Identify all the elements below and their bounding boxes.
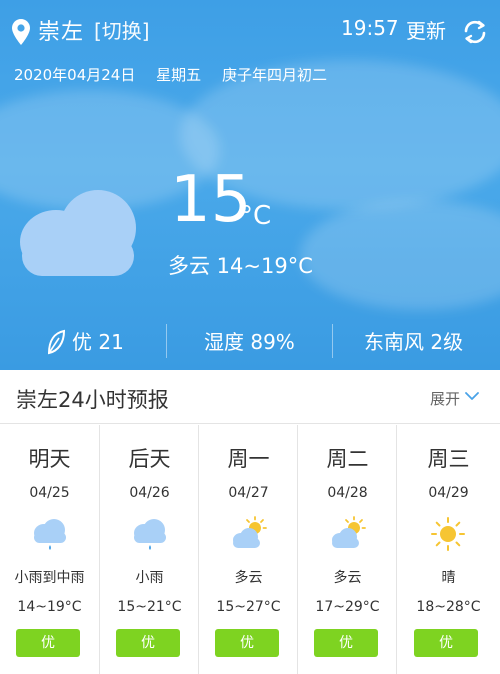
cloud-moon-icon — [20, 180, 136, 276]
background-cloud — [300, 200, 500, 310]
expand-button[interactable]: 展开 — [430, 388, 460, 409]
location-pin-icon — [12, 19, 30, 45]
day-date: 04/29 — [428, 485, 469, 501]
forecast-day[interactable]: 后天 04/26 小雨 15~21°C 优 — [100, 425, 199, 674]
day-temperature: 17~29°C — [315, 599, 380, 615]
refresh-button[interactable]: 更新 — [406, 15, 446, 44]
solar-date: 2020年04月24日 — [14, 66, 136, 84]
day-name: 后天 — [128, 447, 171, 471]
forecast-title: 崇左24小时预报 — [16, 388, 169, 412]
day-temperature: 14~19°C — [17, 599, 82, 615]
aqi-badge: 优 — [414, 629, 478, 657]
day-date: 04/28 — [327, 485, 368, 501]
top-bar: 崇左 [切换] 19:57 更新 — [0, 0, 500, 62]
lunar-date: 庚子年四月初二 — [221, 66, 327, 84]
day-condition: 多云 — [234, 570, 263, 586]
rain-cloud-icon — [134, 519, 166, 550]
aqi-badge: 优 — [16, 629, 80, 657]
day-temperature: 15~21°C — [117, 599, 182, 615]
day-date: 04/26 — [129, 485, 170, 501]
wind: 东南风 2级 — [364, 330, 464, 354]
forecast-day[interactable]: 周二 04/28 多云 17~29°C 优 — [298, 425, 397, 674]
forecast-header: 崇左24小时预报 展开 — [0, 372, 500, 424]
day-name: 周三 — [427, 447, 470, 471]
forecast-day[interactable]: 周一 04/27 多云 15~27°C 优 — [199, 425, 298, 674]
aqi-badge: 优 — [116, 629, 180, 657]
partly-cloudy-icon — [233, 516, 267, 548]
date-line: 2020年04月24日 星期五 庚子年四月初二 — [14, 64, 343, 85]
temperature-unit: °C — [240, 201, 272, 231]
day-condition: 多云 — [333, 570, 362, 586]
day-name: 周二 — [326, 447, 369, 471]
switch-city-link[interactable]: [切换] — [94, 15, 150, 44]
day-condition: 晴 — [441, 570, 456, 586]
day-condition: 小雨 — [135, 570, 164, 586]
stats-row: 优 21 湿度 89% 东南风 2级 — [0, 318, 500, 368]
humidity: 湿度 89% — [204, 330, 295, 354]
weekday: 星期五 — [156, 66, 202, 84]
air-quality: 优 21 — [72, 330, 124, 354]
weather-header: 崇左 [切换] 19:57 更新 2020年04月24日 星期五 庚子年四月初二… — [0, 0, 500, 370]
refresh-icon[interactable] — [462, 19, 488, 45]
forecast-day[interactable]: 明天 04/25 小雨到中雨 14~19°C 优 — [0, 425, 99, 674]
day-date: 04/25 — [29, 485, 70, 501]
forecast-days: 明天 04/25 小雨到中雨 14~19°C 优 后天 04/26 小雨 15~… — [0, 425, 500, 674]
partly-cloudy-icon — [332, 516, 366, 548]
current-condition: 多云 14~19°C — [168, 254, 313, 278]
sun-icon — [431, 517, 465, 551]
divider — [166, 324, 167, 358]
day-name: 明天 — [28, 447, 71, 471]
aqi-badge: 优 — [215, 629, 279, 657]
city-name: 崇左 — [38, 20, 85, 45]
forecast-day[interactable]: 周三 04/29 晴 18~28°C 优 — [397, 425, 500, 674]
divider — [332, 324, 333, 358]
rain-cloud-icon — [34, 519, 66, 550]
day-name: 周一 — [227, 447, 270, 471]
leaf-icon — [47, 329, 66, 355]
day-date: 04/27 — [228, 485, 269, 501]
update-time: 19:57 — [341, 16, 399, 40]
day-temperature: 15~27°C — [216, 599, 281, 615]
day-temperature: 18~28°C — [416, 599, 481, 615]
day-condition: 小雨到中雨 — [14, 570, 85, 586]
chevron-down-icon[interactable] — [465, 391, 479, 401]
aqi-badge: 优 — [314, 629, 378, 657]
